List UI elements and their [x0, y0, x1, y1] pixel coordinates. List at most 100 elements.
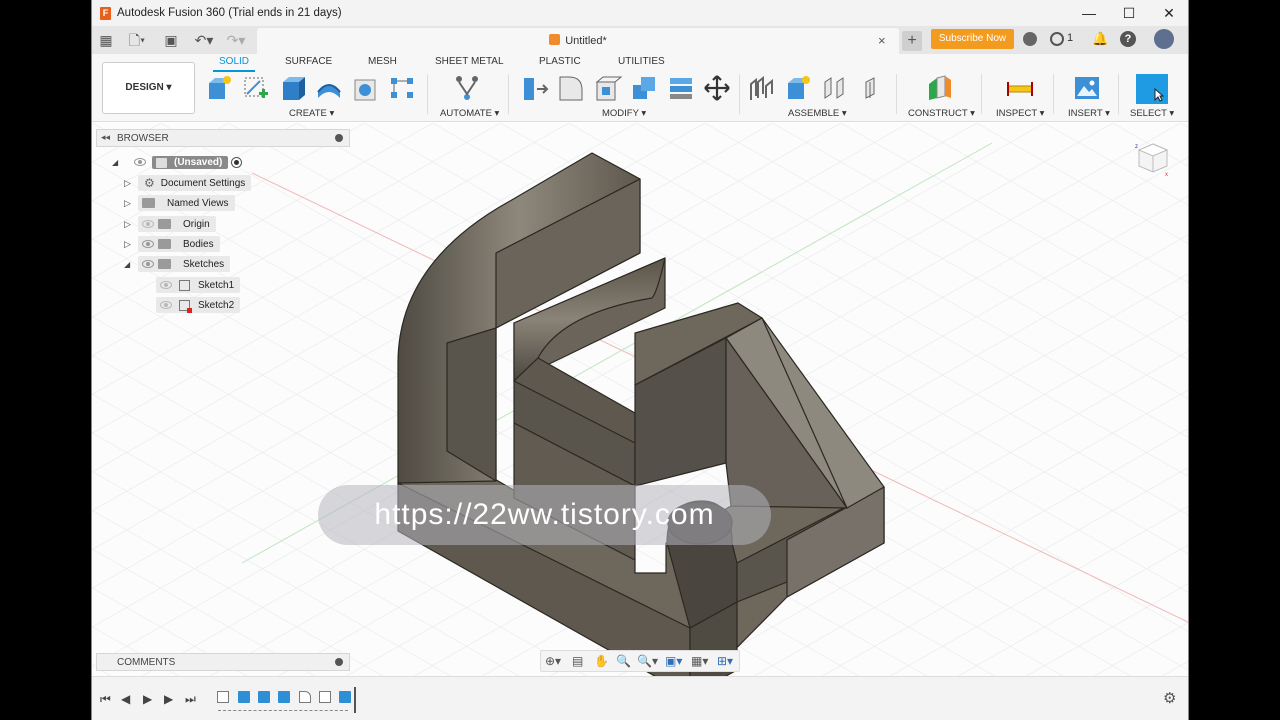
- visibility-eye-icon[interactable]: [142, 260, 154, 268]
- workspace-switcher[interactable]: DESIGN ▾: [102, 62, 195, 114]
- tree-item-document-settings[interactable]: ▷ ⚙ Document Settings: [124, 174, 252, 192]
- expand-triangle-icon[interactable]: ▷: [124, 219, 138, 230]
- tab-surface[interactable]: SURFACE: [285, 56, 332, 67]
- insert-image-icon[interactable]: [1073, 74, 1101, 102]
- comments-panel-header[interactable]: COMMENTS: [96, 653, 350, 671]
- automate-icon[interactable]: [453, 74, 481, 102]
- tab-utilities[interactable]: UTILITIES: [618, 56, 665, 67]
- fillet-icon[interactable]: [557, 74, 585, 102]
- 3d-viewport[interactable]: https://22ww.tistory.com: [92, 123, 1188, 676]
- visibility-eye-icon[interactable]: [142, 240, 154, 248]
- tree-item-origin[interactable]: ▷ Origin: [124, 215, 216, 233]
- tree-chip[interactable]: Sketch2: [156, 297, 241, 313]
- offline-status-icon[interactable]: [1023, 32, 1037, 46]
- activate-radio-icon[interactable]: [231, 156, 243, 168]
- document-tab[interactable]: Untitled*: [257, 28, 899, 54]
- tree-chip[interactable]: Sketch1: [156, 277, 241, 293]
- visibility-eye-icon[interactable]: [134, 158, 146, 166]
- look-at-icon[interactable]: ▤: [572, 654, 583, 668]
- step-back-icon[interactable]: ◀: [121, 692, 130, 706]
- offset-plane-icon[interactable]: [925, 74, 953, 102]
- display-settings-icon[interactable]: ▣▾: [665, 654, 682, 668]
- browser-options-icon[interactable]: [335, 134, 343, 142]
- timeline-extrude-feature[interactable]: [238, 691, 250, 703]
- tree-root[interactable]: ◢ (Unsaved): [112, 153, 243, 171]
- assemble-group-label[interactable]: ASSEMBLE ▾: [788, 108, 847, 119]
- tree-chip[interactable]: Named Views: [138, 195, 235, 211]
- minimize-button[interactable]: —: [1069, 0, 1109, 26]
- tree-chip[interactable]: Origin: [138, 216, 216, 232]
- measure-icon[interactable]: [1006, 74, 1034, 102]
- file-menu-icon[interactable]: 🗋▾: [126, 32, 148, 48]
- pan-icon[interactable]: ✋: [594, 654, 609, 668]
- shell-icon[interactable]: [594, 74, 622, 102]
- timeline-sketch-feature[interactable]: [319, 691, 331, 703]
- collapse-triangle-icon[interactable]: ◢: [124, 260, 138, 269]
- tree-item-sketches[interactable]: ◢ Sketches: [124, 255, 231, 273]
- tree-chip[interactable]: ⚙ Document Settings: [138, 175, 252, 191]
- automate-group-label[interactable]: AUTOMATE ▾: [440, 108, 499, 119]
- hidden-eye-icon[interactable]: [160, 301, 172, 309]
- expand-triangle-icon[interactable]: ▷: [124, 178, 138, 189]
- timeline-extrude-feature[interactable]: [278, 691, 290, 703]
- expand-triangle-icon[interactable]: ▷: [124, 239, 138, 250]
- press-pull-icon[interactable]: [521, 74, 549, 102]
- new-component-icon[interactable]: [206, 74, 234, 102]
- orbit-icon[interactable]: ⊕▾: [545, 654, 561, 668]
- fit-icon[interactable]: 🔍▾: [637, 654, 658, 668]
- timeline-marker[interactable]: [354, 687, 356, 713]
- root-component-chip[interactable]: (Unsaved): [152, 155, 229, 169]
- app-grid-icon[interactable]: ▦: [98, 32, 114, 48]
- expand-triangle-icon[interactable]: ▷: [124, 198, 138, 209]
- save-icon[interactable]: ▣: [164, 32, 178, 48]
- go-to-start-icon[interactable]: ⏮: [100, 692, 111, 707]
- user-avatar[interactable]: [1154, 29, 1174, 49]
- revolve-icon[interactable]: [315, 74, 343, 102]
- tab-solid[interactable]: SOLID: [219, 56, 249, 67]
- settings-gear-icon[interactable]: ⚙: [1163, 689, 1176, 707]
- timeline-fillet-feature[interactable]: [299, 691, 311, 703]
- tab-sheet-metal[interactable]: SHEET METAL: [435, 56, 504, 67]
- new-tab-button[interactable]: +: [902, 31, 922, 51]
- undo-icon[interactable]: ↶▾: [192, 32, 216, 48]
- tab-close-icon[interactable]: ×: [878, 33, 886, 48]
- view-cube-icon[interactable]: x z: [1135, 140, 1171, 176]
- tree-item-named-views[interactable]: ▷ Named Views: [124, 194, 235, 212]
- hidden-eye-icon[interactable]: [142, 220, 154, 228]
- joint-icon[interactable]: [821, 74, 849, 102]
- notifications-bell-icon[interactable]: 🔔: [1092, 31, 1108, 47]
- hole-icon[interactable]: [352, 74, 380, 102]
- timeline-sketch-feature[interactable]: [217, 691, 229, 703]
- create-group-label[interactable]: CREATE ▾: [289, 108, 334, 119]
- as-built-joint-icon[interactable]: [858, 74, 886, 102]
- collapse-browser-icon[interactable]: ◂◂: [101, 132, 110, 143]
- step-forward-icon[interactable]: ▶: [164, 692, 173, 706]
- extrude-icon[interactable]: [279, 74, 307, 102]
- new-component-joint-icon[interactable]: [748, 74, 776, 102]
- tree-item-sketch1[interactable]: Sketch1: [156, 276, 241, 294]
- grid-settings-icon[interactable]: ▦▾: [691, 654, 708, 668]
- timeline-extrude-feature[interactable]: [339, 691, 351, 703]
- combine-icon[interactable]: [630, 74, 658, 102]
- select-group-label[interactable]: SELECT ▾: [1130, 108, 1174, 119]
- go-to-end-icon[interactable]: ⏭: [185, 692, 196, 707]
- zoom-icon[interactable]: 🔍: [616, 654, 631, 668]
- tree-item-bodies[interactable]: ▷ Bodies: [124, 235, 220, 253]
- offset-face-icon[interactable]: [667, 74, 695, 102]
- viewports-icon[interactable]: ⊞▾: [717, 654, 733, 668]
- tab-plastic[interactable]: PLASTIC: [539, 56, 581, 67]
- new-component-assemble-icon[interactable]: [785, 74, 813, 102]
- tree-chip[interactable]: Bodies: [138, 236, 220, 252]
- create-sketch-icon[interactable]: [242, 74, 270, 102]
- move-copy-icon[interactable]: [703, 74, 731, 102]
- expand-triangle-icon[interactable]: ◢: [112, 158, 130, 167]
- browser-panel-header[interactable]: ◂◂ BROWSER: [96, 129, 350, 147]
- job-status-icon[interactable]: [1050, 32, 1064, 46]
- tree-chip[interactable]: Sketches: [138, 256, 231, 272]
- construct-group-label[interactable]: CONSTRUCT ▾: [908, 108, 975, 119]
- modify-group-label[interactable]: MODIFY ▾: [602, 108, 646, 119]
- help-icon[interactable]: ?: [1120, 31, 1136, 47]
- add-comment-icon[interactable]: [335, 658, 343, 666]
- tab-mesh[interactable]: MESH: [368, 56, 397, 67]
- maximize-button[interactable]: ☐: [1109, 0, 1149, 26]
